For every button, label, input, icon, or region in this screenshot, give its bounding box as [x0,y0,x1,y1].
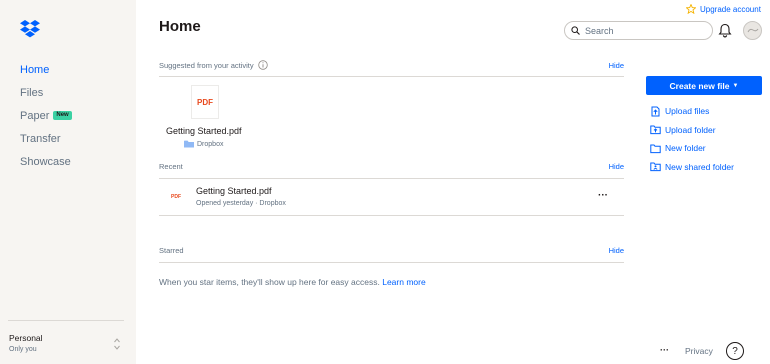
create-new-file-button[interactable]: Create new file ▼ [646,76,762,95]
suggested-heading: Suggested from your activity [159,60,254,70]
actions-list: Upload files Upload folder New folder Ne… [650,102,734,176]
upload-folder-icon [650,125,661,135]
suggested-header: Suggested from your activity Hide [159,60,624,70]
starred-header: Starred Hide [159,246,624,255]
help-icon: ? [732,345,738,357]
recent-row-divider [159,215,624,216]
recent-heading: Recent [159,162,183,171]
app-window: Home Files Paper New Transfer Showcase P… [0,0,770,364]
learn-more-link[interactable]: Learn more [382,277,425,287]
footer-more-button[interactable]: ··· [660,345,669,355]
search-box[interactable] [564,21,713,40]
sidebar-item-label: Paper [20,109,50,122]
suggested-file-name: Getting Started.pdf [166,126,242,136]
avatar[interactable] [743,21,762,40]
sidebar-item-transfer[interactable]: Transfer [20,127,72,150]
search-input[interactable] [585,25,705,36]
suggested-file-location: Dropbox [184,140,223,148]
more-options-button[interactable]: ··· [598,190,608,201]
recent-header: Recent Hide [159,162,624,171]
suggested-hide-link[interactable]: Hide [609,61,624,70]
sidebar-item-home[interactable]: Home [20,58,72,81]
up-down-arrows-icon[interactable] [113,337,121,351]
upgrade-account-link[interactable]: Upgrade account [686,4,761,14]
new-shared-folder-button[interactable]: New shared folder [650,158,734,177]
upgrade-label: Upgrade account [700,4,761,14]
search-icon [571,26,580,35]
new-shared-folder-label: New shared folder [665,161,734,172]
upload-file-icon [651,106,660,117]
sidebar-item-files[interactable]: Files [20,81,72,104]
dropbox-logo-icon[interactable] [19,20,41,40]
account-subtitle: Only you [9,346,37,353]
privacy-link[interactable]: Privacy [685,346,713,356]
bell-icon[interactable] [718,23,732,38]
recent-file-name: Getting Started.pdf [196,186,272,196]
pdf-thumbnail-label: PDF [197,97,213,107]
sidebar: Home Files Paper New Transfer Showcase P… [0,0,136,364]
help-button[interactable]: ? [726,342,744,360]
pdf-file-icon: PDF [168,188,184,206]
account-name: Personal [9,333,43,343]
avatar-icon [747,28,758,32]
upload-files-label: Upload files [665,106,710,117]
upload-files-button[interactable]: Upload files [650,102,734,121]
sidebar-nav: Home Files Paper New Transfer Showcase [20,58,72,173]
starred-heading: Starred [159,246,184,255]
starred-empty-text: When you star items, they'll show up her… [159,277,380,287]
folder-icon [184,140,194,148]
suggested-divider [159,76,624,77]
caret-down-icon: ▼ [732,82,739,89]
table-row[interactable]: PDF Getting Started.pdf Opened yesterday… [159,179,624,215]
new-folder-icon [650,144,661,153]
sidebar-item-label: Files [20,86,44,99]
pdf-icon-label: PDF [171,194,181,200]
location-label: Dropbox [197,140,224,148]
sidebar-item-label: Home [20,63,50,76]
info-icon[interactable] [257,60,268,70]
sidebar-item-showcase[interactable]: Showcase [20,150,72,173]
new-folder-button[interactable]: New folder [650,139,734,158]
starred-divider [159,262,624,263]
upload-folder-label: Upload folder [665,124,716,135]
sidebar-item-paper[interactable]: Paper New [20,104,72,127]
recent-file-meta: Opened yesterday · Dropbox [196,200,286,207]
sidebar-divider [8,320,124,321]
starred-empty-message: When you star items, they'll show up her… [159,277,426,287]
upload-folder-button[interactable]: Upload folder [650,121,734,140]
page-title: Home [159,18,201,35]
new-folder-label: New folder [665,143,706,154]
account-switcher[interactable]: Personal Only you [9,333,43,353]
sidebar-item-label: Transfer [20,132,61,145]
create-new-file-label: Create new file [669,80,730,91]
new-badge: New [53,111,72,120]
new-shared-folder-icon [650,162,661,172]
star-icon [686,4,696,14]
recent-hide-link[interactable]: Hide [609,162,624,171]
sidebar-item-label: Showcase [20,155,71,168]
starred-hide-link[interactable]: Hide [609,246,624,255]
pdf-thumbnail: PDF [192,86,218,118]
